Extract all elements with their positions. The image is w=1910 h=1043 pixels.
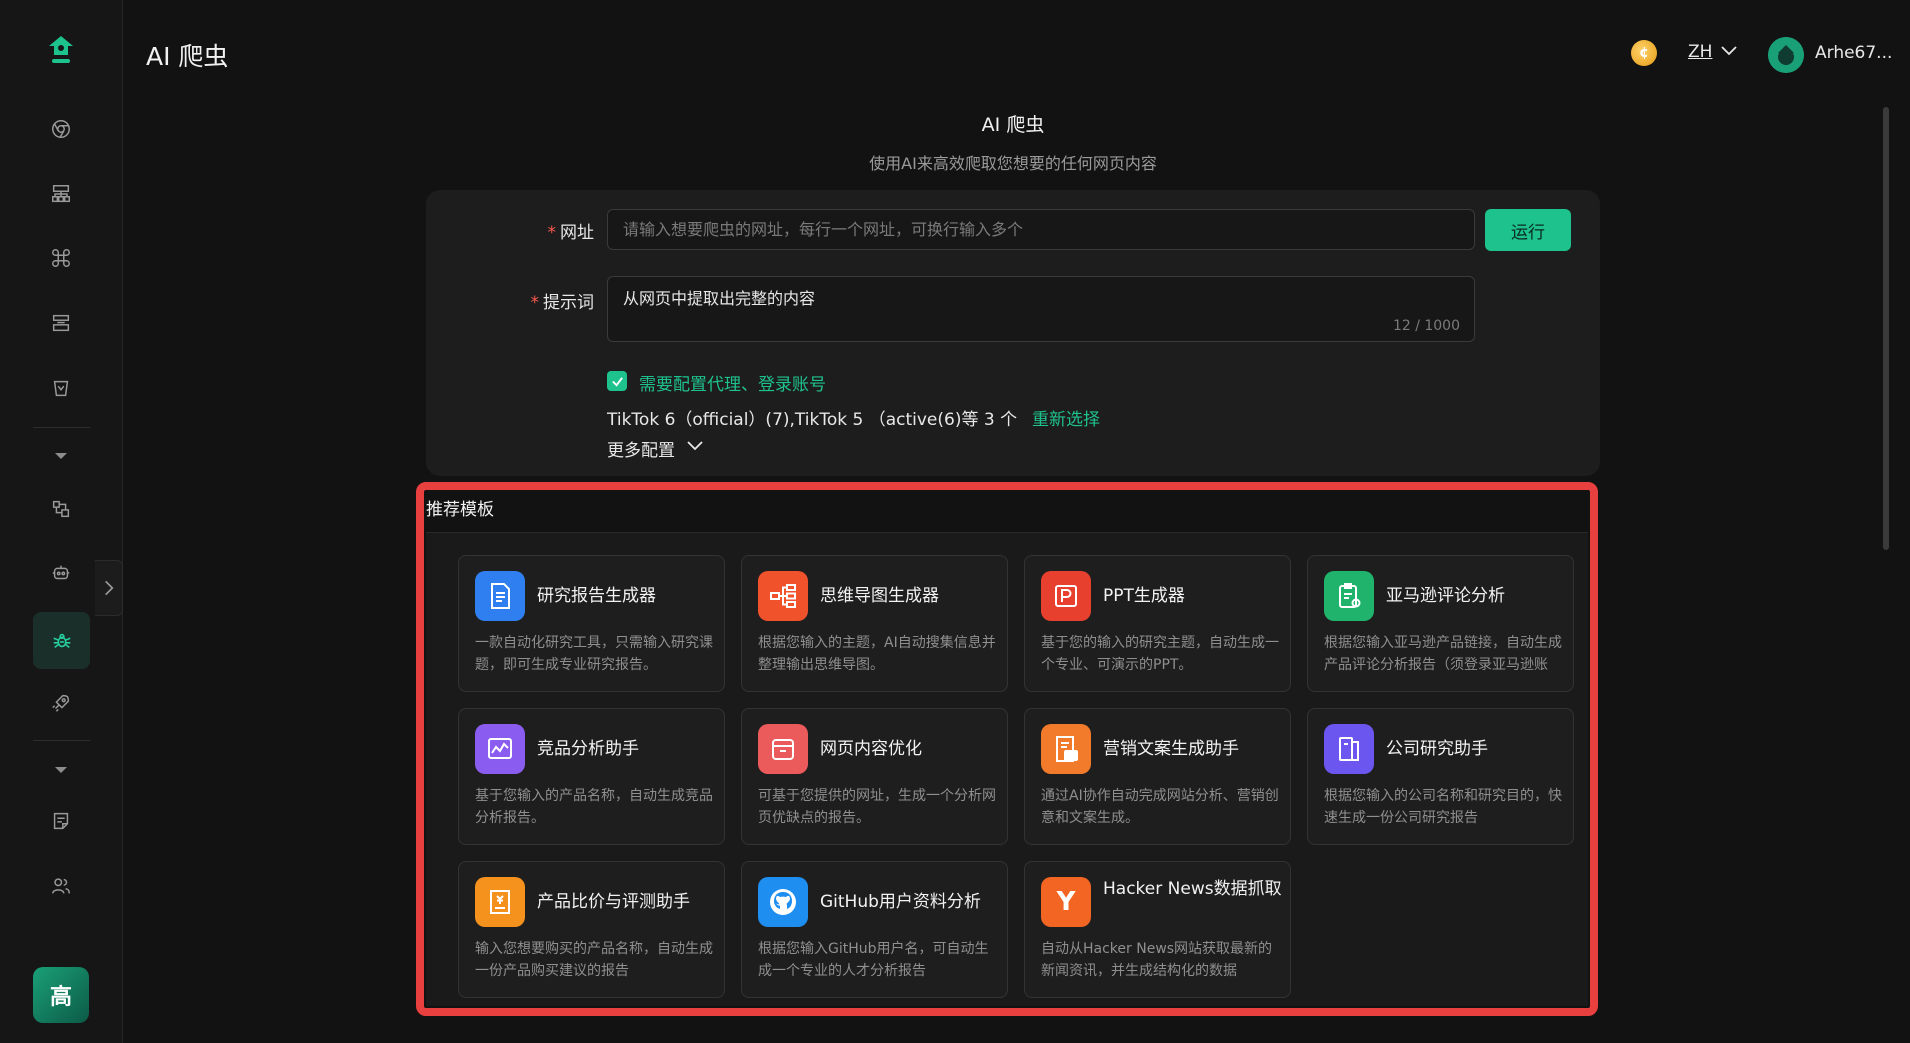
sidebar-divider <box>33 740 90 741</box>
proxy-checkbox[interactable] <box>607 371 627 391</box>
command-icon[interactable] <box>45 242 77 274</box>
rocket-icon[interactable] <box>45 687 77 719</box>
highlight-frame <box>416 482 1598 1016</box>
proxy-checkbox-label[interactable]: 需要配置代理、登录账号 <box>639 370 826 395</box>
check-icon <box>611 376 623 387</box>
page-heading: AI 爬虫 <box>981 114 1045 136</box>
url-label-text: 网址 <box>560 223 594 243</box>
app-title: AI 爬虫 <box>146 42 229 71</box>
logo-icon[interactable] <box>44 33 78 67</box>
sidebar-collapse-button[interactable] <box>95 560 123 616</box>
caret-down-icon[interactable] <box>55 767 67 773</box>
run-button[interactable]: 运行 <box>1485 209 1571 251</box>
reselect-link[interactable]: 重新选择 <box>1032 405 1100 430</box>
user-name[interactable]: Arhe67... <box>1815 43 1892 63</box>
layout-icon[interactable] <box>45 307 77 339</box>
page-subtitle: 使用AI来高效爬取您想要的任何网页内容 <box>869 154 1157 173</box>
prompt-char-count: 12 / 1000 <box>1392 318 1460 334</box>
sidebar-divider <box>33 427 90 428</box>
avatar[interactable] <box>1768 37 1804 73</box>
prompt-value: 从网页中提取出完整的内容 <box>623 289 816 308</box>
users-icon[interactable] <box>45 870 77 902</box>
caret-down-icon[interactable] <box>55 453 67 459</box>
chevron-down-icon[interactable] <box>687 441 703 451</box>
robot-icon[interactable] <box>45 557 77 589</box>
selected-accounts: TikTok 6（official）(7),TikTok 5 （active(6… <box>607 410 1018 430</box>
url-label: * 网址 <box>547 223 595 243</box>
prompt-textarea[interactable]: 从网页中提取出完整的内容 12 / 1000 <box>607 276 1475 342</box>
flow-icon[interactable] <box>45 493 77 525</box>
prompt-label-text: 提示词 <box>543 293 594 313</box>
prompt-label: * 提示词 <box>530 293 595 313</box>
coin-icon[interactable]: ¢ <box>1631 40 1657 66</box>
bucket-icon[interactable] <box>45 372 77 404</box>
chevron-down-icon[interactable] <box>1721 46 1737 56</box>
spider-icon[interactable] <box>33 612 90 669</box>
more-config-toggle[interactable]: 更多配置 <box>607 436 675 461</box>
url-input[interactable] <box>607 209 1475 250</box>
sidebar-badge[interactable]: 高 <box>33 967 89 1023</box>
language-selector[interactable]: ZH <box>1688 42 1712 62</box>
notes-icon[interactable] <box>45 805 77 837</box>
sitemap-icon[interactable] <box>45 178 77 210</box>
